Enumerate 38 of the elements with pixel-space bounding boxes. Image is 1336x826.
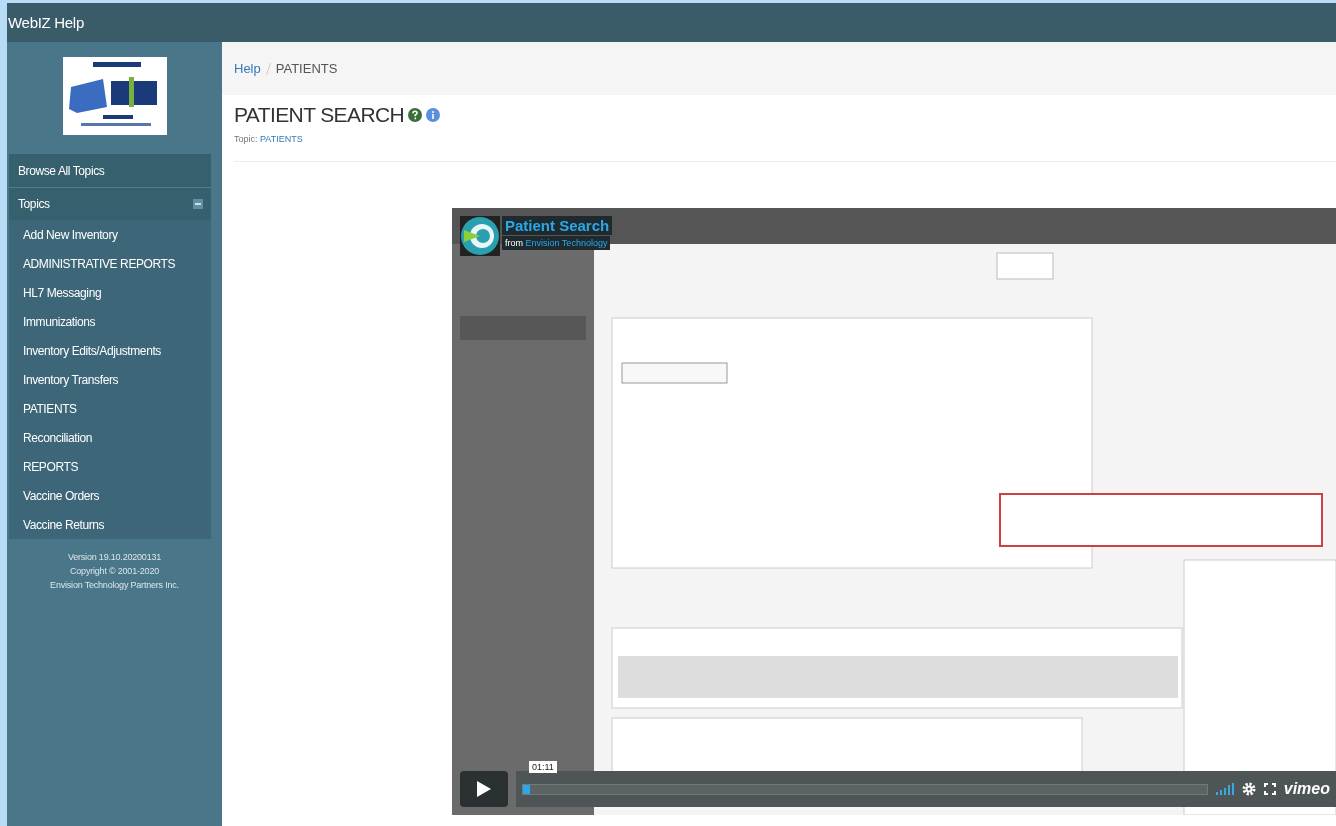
browse-all-topics-link[interactable]: Browse All Topics	[9, 154, 211, 188]
breadcrumb-current: PATIENTS	[275, 61, 338, 76]
brand-logo[interactable]: vimeo	[1283, 780, 1330, 798]
volume-icon[interactable]	[1215, 783, 1234, 795]
topic-link[interactable]: PATIENTS	[260, 134, 303, 144]
breadcrumb-link[interactable]: Help	[234, 61, 261, 76]
topic-link[interactable]: PATIENTS	[9, 394, 211, 423]
collapse-icon[interactable]	[193, 199, 203, 209]
topic-link[interactable]: Vaccine Returns	[9, 510, 211, 539]
version-text: Copyright © 2001-2020	[69, 565, 160, 578]
topic-link[interactable]: HL7 Messaging	[9, 278, 211, 307]
version-text: Envision Technology Partners Inc.	[50, 579, 179, 592]
topics-label: Topics	[18, 197, 50, 211]
version-text: Version 19.10.20200131	[66, 551, 163, 564]
topic-link[interactable]: Inventory Transfers	[9, 365, 211, 394]
video-source: from Envision Technology	[502, 236, 611, 250]
source-link[interactable]: Envision Technology	[525, 238, 608, 248]
play-icon	[477, 781, 491, 797]
topic-link[interactable]: Vaccine Orders	[9, 481, 211, 510]
topic-link[interactable]: ADMINISTRATIVE REPORTS	[9, 249, 211, 278]
help-icon[interactable]	[408, 108, 423, 122]
fullscreen-icon[interactable]	[1263, 783, 1276, 795]
topic-link[interactable]: Reconciliation	[9, 423, 211, 452]
topics-header[interactable]: Topics	[9, 188, 211, 220]
settings-icon[interactable]	[1241, 782, 1256, 796]
info-icon[interactable]	[426, 108, 441, 122]
play-button[interactable]	[460, 771, 508, 807]
video-title[interactable]: Patient Search	[502, 216, 613, 235]
topic-link[interactable]: Inventory Edits/Adjustments	[9, 336, 211, 365]
topic-link[interactable]: REPORTS	[9, 452, 211, 481]
page-title: PATIENT SEARCH	[234, 103, 405, 127]
spiral-logo-icon	[460, 216, 500, 256]
progress-bar[interactable]: vimeo	[516, 771, 1336, 807]
time-label: 01:11	[529, 761, 557, 773]
topic-link[interactable]: Immunizations	[9, 307, 211, 336]
topic-label: Topic:	[234, 134, 258, 144]
topic-link[interactable]: Add New Inventory	[9, 220, 211, 249]
app-title: WebIZ Help	[8, 14, 84, 31]
